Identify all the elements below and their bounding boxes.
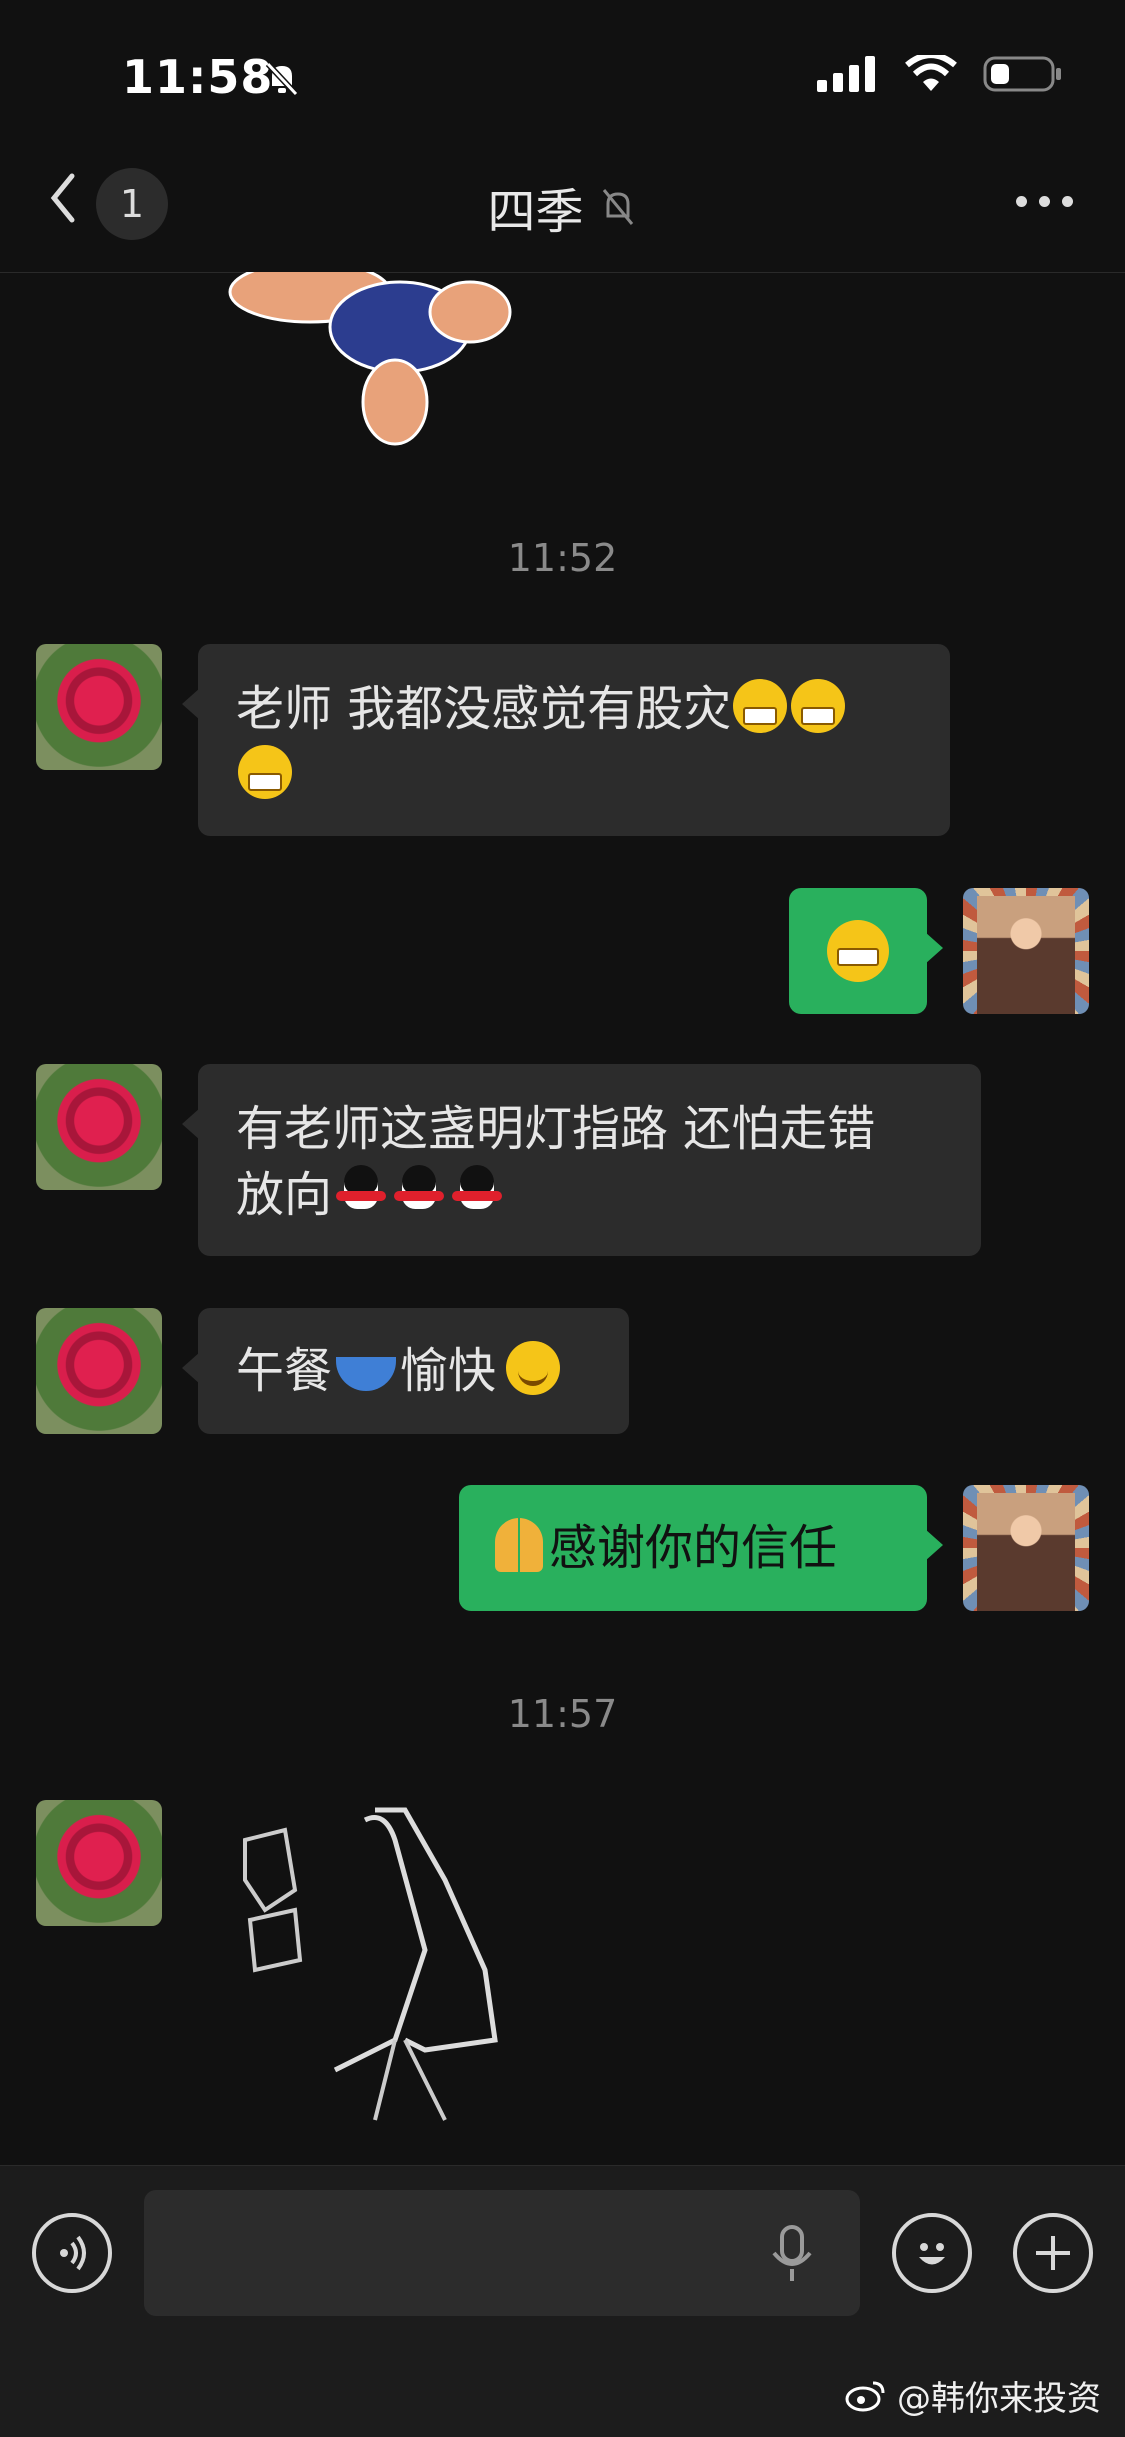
praying-hands-sticker[interactable] bbox=[225, 1800, 525, 2130]
grin-emoji-icon bbox=[238, 745, 292, 799]
timestamp: 11:52 bbox=[507, 536, 618, 580]
mic-button[interactable] bbox=[770, 2225, 814, 2285]
laughing-crying-emoji-icon bbox=[827, 920, 889, 982]
plus-icon bbox=[1036, 2236, 1070, 2270]
chat-title-wrap: 四季 bbox=[0, 172, 1125, 242]
status-time: 11:58 bbox=[122, 50, 274, 104]
signal-icon bbox=[817, 56, 875, 92]
avatar-other[interactable] bbox=[36, 1064, 162, 1190]
avatar-other[interactable] bbox=[36, 1800, 162, 1926]
voice-icon bbox=[60, 2235, 86, 2271]
avatar-portrait bbox=[977, 896, 1075, 1014]
more-icon-dot bbox=[1039, 196, 1050, 207]
plus-button[interactable] bbox=[1013, 2213, 1093, 2293]
emoji-button[interactable] bbox=[892, 2213, 972, 2293]
avatar-me[interactable] bbox=[963, 888, 1089, 1014]
timestamp: 11:57 bbox=[507, 1692, 618, 1736]
watermark-text: @韩你来投资 bbox=[897, 2379, 1101, 2419]
more-button[interactable] bbox=[1016, 196, 1073, 207]
bell-slash-icon bbox=[602, 189, 633, 225]
mic-icon bbox=[772, 2225, 812, 2281]
message-bubble-incoming[interactable]: 有老师这盏明灯指路 还怕走错 放向 bbox=[182, 1064, 981, 1256]
bowl-emoji-icon bbox=[336, 1357, 397, 1391]
message-bubble-incoming[interactable]: 午餐 愉快 bbox=[182, 1308, 629, 1434]
message-text-line2: 放向 bbox=[236, 1167, 333, 1223]
qq-penguin-emoji-icon bbox=[394, 1165, 445, 1219]
grin-emoji-icon bbox=[733, 679, 788, 733]
weibo-icon bbox=[845, 2381, 885, 2411]
message-input[interactable] bbox=[144, 2190, 860, 2316]
qq-penguin-emoji-icon bbox=[452, 1165, 503, 1219]
wifi-icon bbox=[905, 55, 957, 91]
pray-emoji-icon bbox=[495, 1518, 543, 1572]
avatar-me[interactable] bbox=[963, 1485, 1089, 1611]
emoji-icon bbox=[919, 2243, 945, 2265]
chat-title: 四季 bbox=[487, 184, 584, 240]
message-bubble-incoming[interactable]: 老师 我都没感觉有股灾 bbox=[182, 644, 950, 836]
message-text: 愉快 bbox=[400, 1343, 497, 1399]
message-text: 感谢你的信任 bbox=[549, 1520, 838, 1576]
bell-slash-icon bbox=[262, 58, 302, 98]
grin-emoji-icon bbox=[791, 679, 846, 733]
message-text: 午餐 bbox=[236, 1343, 333, 1399]
watermark: @韩你来投资 bbox=[845, 2371, 1101, 2420]
voice-toggle-button[interactable] bbox=[32, 2213, 112, 2293]
nav-divider bbox=[0, 272, 1125, 273]
message-bubble-outgoing[interactable] bbox=[789, 888, 943, 1014]
avatar-other[interactable] bbox=[36, 644, 162, 770]
more-icon bbox=[1016, 196, 1027, 207]
message-text: 老师 我都没感觉有股灾 bbox=[236, 681, 732, 737]
status-icons bbox=[817, 54, 1063, 94]
battery-icon bbox=[983, 56, 1061, 92]
qq-penguin-emoji-icon bbox=[336, 1165, 387, 1219]
message-bubble-outgoing[interactable]: 感谢你的信任 bbox=[459, 1485, 943, 1611]
more-icon-dot bbox=[1062, 196, 1073, 207]
avatar-portrait bbox=[977, 1493, 1075, 1611]
avatar-other[interactable] bbox=[36, 1308, 162, 1434]
smile-emoji-icon bbox=[506, 1341, 561, 1395]
message-text-line1: 有老师这盏明灯指路 还怕走错 bbox=[236, 1101, 876, 1157]
baby-sticker[interactable] bbox=[200, 260, 540, 452]
